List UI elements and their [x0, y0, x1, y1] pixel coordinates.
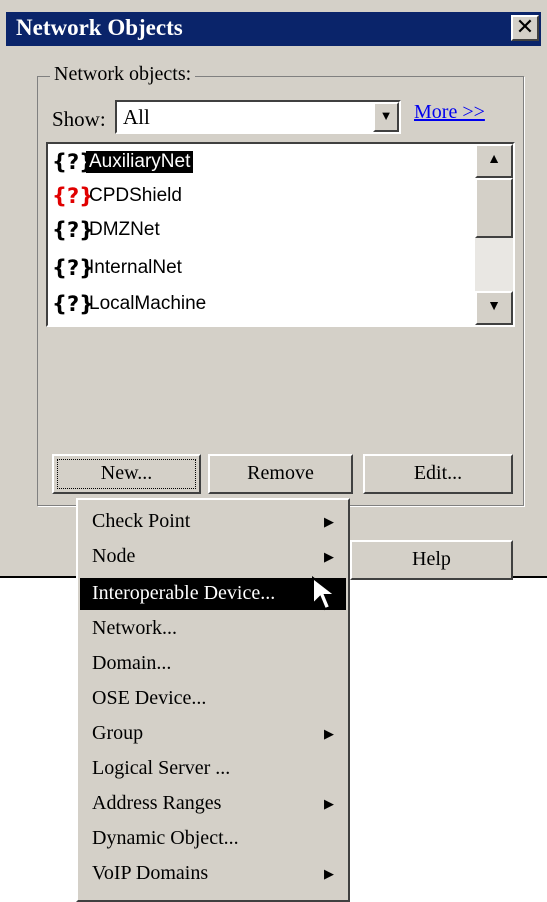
- new-object-menu: Check Point ▶ Node ▶ Interoperable Devic…: [76, 498, 350, 902]
- show-label: Show:: [52, 107, 106, 131]
- unknown-object-icon: {?}: [52, 184, 95, 208]
- close-icon: ✕: [515, 14, 535, 39]
- menu-item-label: VoIP Domains: [92, 862, 209, 884]
- group-label: Network objects:: [50, 63, 196, 86]
- list-item-label: LocalMachine: [89, 293, 207, 314]
- menu-item-label: Check Point: [92, 510, 191, 532]
- network-objects-list[interactable]: {?} AuxiliaryNet {?} CPDShield {?} DMZNe…: [46, 142, 515, 327]
- menu-item-label: Network...: [92, 617, 177, 639]
- unknown-object-icon: {?}: [52, 292, 95, 316]
- menu-item-interoperable-device[interactable]: Interoperable Device...: [80, 576, 346, 611]
- menu-item-ose-device[interactable]: OSE Device...: [80, 683, 346, 715]
- submenu-arrow-icon: ▶: [324, 726, 334, 741]
- new-button[interactable]: New...: [52, 454, 201, 494]
- submenu-arrow-icon: ▶: [324, 549, 334, 564]
- scroll-down-icon[interactable]: ▼: [475, 291, 513, 325]
- scroll-up-icon[interactable]: ▲: [475, 144, 513, 178]
- menu-item-label: Logical Server ...: [92, 757, 231, 779]
- list-scrollbar[interactable]: ▲ ▼: [475, 144, 513, 325]
- menu-item-label: OSE Device...: [92, 687, 207, 709]
- more-link[interactable]: More >>: [414, 101, 485, 124]
- new-button-label: New...: [100, 462, 153, 484]
- unknown-object-icon: {?}: [52, 218, 95, 242]
- help-button[interactable]: Help: [350, 540, 513, 580]
- title-bar: Network Objects ✕: [6, 12, 541, 46]
- remove-button[interactable]: Remove: [208, 454, 353, 494]
- close-button[interactable]: ✕: [511, 15, 539, 41]
- menu-item-dynamic-object[interactable]: Dynamic Object...: [80, 823, 346, 855]
- list-item-label: InternalNet: [89, 257, 182, 278]
- edit-button-label: Edit...: [413, 462, 463, 484]
- mouse-pointer-icon: [312, 576, 338, 611]
- edit-button[interactable]: Edit...: [363, 454, 513, 494]
- menu-item-domain[interactable]: Domain...: [80, 648, 346, 680]
- remove-button-label: Remove: [247, 462, 314, 484]
- menu-item-network[interactable]: Network...: [80, 613, 346, 645]
- help-button-label: Help: [412, 548, 451, 570]
- menu-item-label: Interoperable Device...: [92, 582, 276, 604]
- menu-item-label: Group: [92, 722, 144, 744]
- submenu-arrow-icon: ▶: [324, 514, 334, 529]
- submenu-arrow-icon: ▶: [324, 796, 334, 811]
- list-item-label: DMZNet: [89, 219, 160, 240]
- menu-item-label: Domain...: [92, 652, 172, 674]
- list-item-label: AuxiliaryNet: [86, 151, 194, 173]
- unknown-object-icon: {?}: [52, 150, 94, 174]
- menu-item-label: Address Ranges: [92, 792, 222, 814]
- unknown-object-icon: {?}: [52, 256, 95, 280]
- menu-item-address-ranges[interactable]: Address Ranges ▶: [80, 788, 346, 820]
- menu-item-label: Node: [92, 545, 136, 567]
- show-selected-value: All: [123, 105, 150, 129]
- menu-item-voip-domains[interactable]: VoIP Domains ▶: [80, 858, 346, 890]
- menu-item-node[interactable]: Node ▶: [80, 541, 346, 573]
- menu-item-logical-server[interactable]: Logical Server ...: [80, 753, 346, 785]
- window-title: Network Objects: [16, 15, 183, 40]
- submenu-arrow-icon: ▶: [324, 866, 334, 881]
- show-select[interactable]: All ▼: [115, 100, 401, 134]
- dropdown-arrow-icon[interactable]: ▼: [373, 102, 399, 132]
- menu-item-label: Dynamic Object...: [92, 827, 239, 849]
- menu-item-check-point[interactable]: Check Point ▶: [80, 506, 346, 538]
- scroll-thumb[interactable]: [475, 178, 513, 238]
- menu-item-group[interactable]: Group ▶: [80, 718, 346, 750]
- network-objects-dialog: Network Objects ✕ Network objects: Show:…: [0, 0, 547, 580]
- list-item-label: CPDShield: [89, 185, 182, 206]
